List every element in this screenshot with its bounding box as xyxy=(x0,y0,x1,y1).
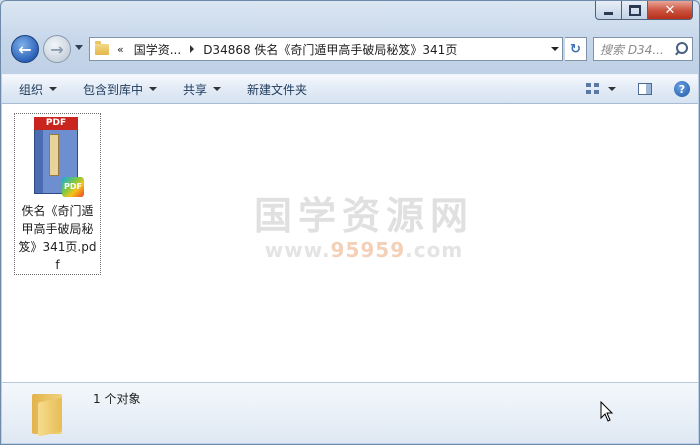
breadcrumb-chevron-icon[interactable] xyxy=(190,45,195,53)
watermark-url-suffix: .com xyxy=(405,238,464,262)
forward-arrow-icon: → xyxy=(50,39,64,59)
forward-button[interactable]: → xyxy=(43,35,71,63)
minimize-icon xyxy=(604,11,613,15)
organize-button[interactable]: 组织 xyxy=(10,76,66,102)
new-folder-label: 新建文件夹 xyxy=(247,82,308,97)
refresh-icon: ↻ xyxy=(570,41,581,57)
include-in-library-label: 包含到库中 xyxy=(83,82,144,97)
maximize-button[interactable] xyxy=(622,1,648,20)
minimize-button[interactable] xyxy=(595,1,622,20)
address-bar[interactable]: « 国学资... D34868 佚名《奇门遁甲高手破局秘笈》341页 xyxy=(89,37,563,61)
navigation-bar: ← → « 国学资... D34868 佚名《奇门遁甲高手破局秘笈》341页 ↻… xyxy=(9,34,693,64)
organize-label: 组织 xyxy=(19,82,44,97)
watermark-url: www.95959.com xyxy=(244,238,484,262)
chevron-down-icon xyxy=(213,87,222,91)
change-view-icon[interactable] xyxy=(586,83,600,95)
file-name[interactable]: 佚名《奇门遁甲高手破局秘笈》341页.pdf xyxy=(17,202,98,274)
explorer-window: ✕ ← → « 国学资... D34868 佚名《奇门遁甲高手破局秘笈》341页… xyxy=(0,0,700,445)
watermark-url-number: 95959 xyxy=(330,238,406,262)
item-count: 1 个对象 xyxy=(93,392,141,406)
back-button[interactable]: ← xyxy=(11,35,39,63)
breadcrumb-item-parent[interactable]: 国学资... xyxy=(134,41,181,58)
pdf-badge-icon: PDF xyxy=(62,177,84,197)
preview-pane-icon[interactable] xyxy=(638,83,652,95)
maximize-icon xyxy=(628,4,641,16)
recent-pages-dropdown-icon[interactable] xyxy=(75,45,83,50)
folder-icon xyxy=(95,40,109,55)
pdf-banner: PDF xyxy=(34,117,78,130)
share-button[interactable]: 共享 xyxy=(174,76,230,102)
caption-buttons: ✕ xyxy=(595,1,693,21)
pdf-file-icon: PDF PDF xyxy=(34,117,84,197)
watermark: 国学资源网 www.95959.com xyxy=(244,194,484,262)
folder-large-icon xyxy=(30,390,64,437)
watermark-url-prefix: www. xyxy=(264,238,331,262)
search-box[interactable]: 搜索 D34... xyxy=(593,37,693,61)
watermark-title: 国学资源网 xyxy=(253,194,474,238)
refresh-button[interactable]: ↻ xyxy=(565,37,587,61)
chevron-down-icon xyxy=(149,87,158,91)
close-icon: ✕ xyxy=(664,2,676,18)
details-pane: 1 个对象 xyxy=(2,382,698,443)
file-item-pdf[interactable]: PDF PDF 佚名《奇门遁甲高手破局秘笈》341页.pdf xyxy=(14,113,101,275)
include-in-library-button[interactable]: 包含到库中 xyxy=(74,76,166,102)
back-arrow-icon: ← xyxy=(18,39,32,59)
mouse-cursor-icon xyxy=(600,401,614,422)
breadcrumb-item-current[interactable]: D34868 佚名《奇门遁甲高手破局秘笈》341页 xyxy=(203,41,457,58)
file-list-area[interactable]: 国学资源网 www.95959.com PDF PDF 佚名《奇门遁甲高手破局秘… xyxy=(2,104,698,382)
view-options-dropdown-icon[interactable] xyxy=(608,87,616,91)
address-dropdown-icon[interactable] xyxy=(548,38,562,60)
help-icon[interactable]: ? xyxy=(674,81,690,97)
breadcrumb-overflow[interactable]: « xyxy=(117,43,124,56)
share-label: 共享 xyxy=(183,82,208,97)
new-folder-button[interactable]: 新建文件夹 xyxy=(238,76,316,102)
close-button[interactable]: ✕ xyxy=(648,1,693,20)
command-bar: 组织 包含到库中 共享 新建文件夹 ? xyxy=(2,74,698,104)
search-input[interactable]: 搜索 D34... xyxy=(594,41,672,58)
chevron-down-icon xyxy=(49,87,58,91)
command-bar-right: ? xyxy=(586,81,690,97)
search-icon[interactable] xyxy=(672,41,688,57)
